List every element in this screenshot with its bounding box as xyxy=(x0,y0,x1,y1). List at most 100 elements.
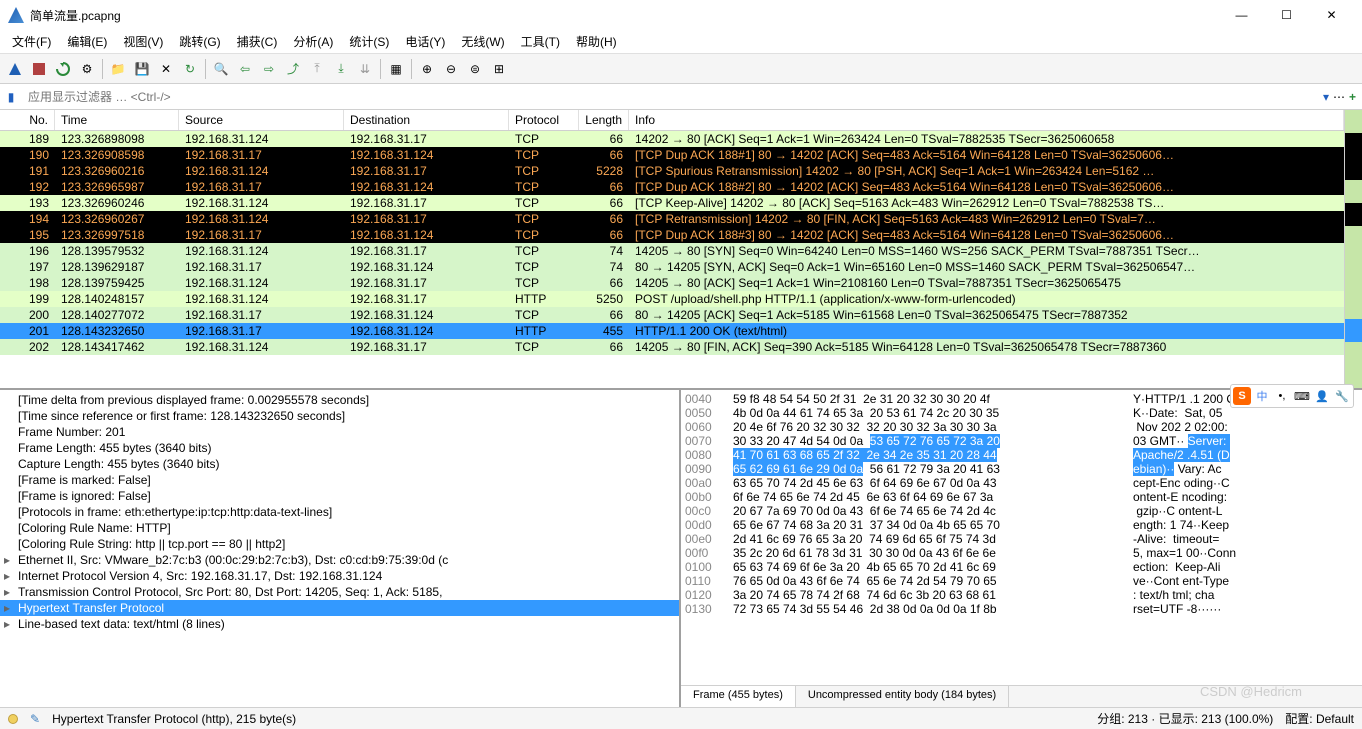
menu-item[interactable]: 文件(F) xyxy=(4,30,59,53)
packet-row[interactable]: 192123.326965987192.168.31.17192.168.31.… xyxy=(0,179,1344,195)
hex-row[interactable]: 010065 63 74 69 6f 6e 3a 20 4b 65 65 70 … xyxy=(685,560,1358,574)
detail-row[interactable]: Frame Length: 455 bytes (3640 bits) xyxy=(0,440,679,456)
hex-row[interactable]: 01203a 20 74 65 78 74 2f 68 74 6d 6c 3b … xyxy=(685,588,1358,602)
detail-row[interactable]: [Time since reference or first frame: 12… xyxy=(0,408,679,424)
close-file-icon[interactable]: ✕ xyxy=(155,58,177,80)
zoom-in-icon[interactable]: ⊕ xyxy=(416,58,438,80)
menu-item[interactable]: 帮助(H) xyxy=(568,30,625,53)
detail-row[interactable]: [Protocols in frame: eth:ethertype:ip:tc… xyxy=(0,504,679,520)
menu-item[interactable]: 工具(T) xyxy=(513,30,568,53)
menu-item[interactable]: 编辑(E) xyxy=(59,30,115,53)
column-header[interactable]: Info xyxy=(629,110,1344,130)
ime-tool-icon[interactable]: 🔧 xyxy=(1333,387,1351,405)
hex-row[interactable]: 00b06f 6e 74 65 6e 74 2d 45 6e 63 6f 64 … xyxy=(685,490,1358,504)
detail-row[interactable]: Ethernet II, Src: VMware_b2:7c:b3 (00:0c… xyxy=(0,552,679,568)
zoom-out-icon[interactable]: ⊖ xyxy=(440,58,462,80)
hex-tab[interactable]: Frame (455 bytes) xyxy=(681,686,796,707)
start-capture-icon[interactable] xyxy=(4,58,26,80)
packet-details[interactable]: [Time delta from previous displayed fram… xyxy=(0,390,681,707)
hex-view[interactable]: 004059 f8 48 54 54 50 2f 31 2e 31 20 32 … xyxy=(681,390,1362,685)
packet-row[interactable]: 200128.140277072192.168.31.17192.168.31.… xyxy=(0,307,1344,323)
last-icon[interactable]: ⤓ xyxy=(330,58,352,80)
packet-row[interactable]: 189123.326898098192.168.31.124192.168.31… xyxy=(0,131,1344,147)
stop-capture-icon[interactable] xyxy=(28,58,50,80)
hex-row[interactable]: 008041 70 61 63 68 65 2f 32 2e 34 2e 35 … xyxy=(685,448,1358,462)
reload-icon[interactable]: ↻ xyxy=(179,58,201,80)
autoscroll-icon[interactable]: ⇊ xyxy=(354,58,376,80)
column-header[interactable]: Time xyxy=(55,110,179,130)
resize-cols-icon[interactable]: ⊞ xyxy=(488,58,510,80)
detail-row[interactable]: Hypertext Transfer Protocol xyxy=(0,600,679,616)
column-header[interactable]: Length xyxy=(579,110,629,130)
packet-row[interactable]: 196128.139579532192.168.31.124192.168.31… xyxy=(0,243,1344,259)
menu-item[interactable]: 统计(S) xyxy=(341,30,397,53)
menu-item[interactable]: 捕获(C) xyxy=(229,30,286,53)
detail-row[interactable]: [Coloring Rule String: http || tcp.port … xyxy=(0,536,679,552)
next-icon[interactable]: ⇨ xyxy=(258,58,280,80)
hex-row[interactable]: 013072 73 65 74 3d 55 54 46 2d 38 0d 0a … xyxy=(685,602,1358,616)
ime-toolbar[interactable]: S 中 •, ⌨ 👤 🔧 xyxy=(1230,384,1354,408)
menu-item[interactable]: 分析(A) xyxy=(285,30,341,53)
close-button[interactable]: ✕ xyxy=(1309,1,1354,29)
ime-keyboard-icon[interactable]: ⌨ xyxy=(1293,387,1311,405)
packet-row[interactable]: 201128.143232650192.168.31.17192.168.31.… xyxy=(0,323,1344,339)
save-icon[interactable]: 💾 xyxy=(131,58,153,80)
first-icon[interactable]: ⤒ xyxy=(306,58,328,80)
column-header[interactable]: Source xyxy=(179,110,344,130)
restart-capture-icon[interactable] xyxy=(52,58,74,80)
colorize-icon[interactable]: ▦ xyxy=(385,58,407,80)
detail-row[interactable]: Internet Protocol Version 4, Src: 192.16… xyxy=(0,568,679,584)
detail-row[interactable]: Capture Length: 455 bytes (3640 bits) xyxy=(0,456,679,472)
filter-apply-icon[interactable]: ⋯ xyxy=(1333,90,1345,104)
filter-add-icon[interactable]: + xyxy=(1349,90,1356,104)
status-profile[interactable]: 配置: Default xyxy=(1285,710,1354,727)
menu-item[interactable]: 视图(V) xyxy=(115,30,171,53)
packet-row[interactable]: 202128.143417462192.168.31.124192.168.31… xyxy=(0,339,1344,355)
detail-row[interactable]: [Time delta from previous displayed fram… xyxy=(0,392,679,408)
packet-row[interactable]: 194123.326960267192.168.31.124192.168.31… xyxy=(0,211,1344,227)
menu-item[interactable]: 电话(Y) xyxy=(397,30,453,53)
prev-icon[interactable]: ⇦ xyxy=(234,58,256,80)
hex-row[interactable]: 00504b 0d 0a 44 61 74 65 3a 20 53 61 74 … xyxy=(685,406,1358,420)
bookmark-icon[interactable]: ▮ xyxy=(0,86,22,108)
detail-row[interactable]: [Frame is marked: False] xyxy=(0,472,679,488)
hex-row[interactable]: 00c020 67 7a 69 70 0d 0a 43 6f 6e 74 65 … xyxy=(685,504,1358,518)
ime-punct-icon[interactable]: •, xyxy=(1273,387,1291,405)
capture-icon[interactable]: ✎ xyxy=(30,712,40,726)
detail-row[interactable]: Transmission Control Protocol, Src Port:… xyxy=(0,584,679,600)
hex-row[interactable]: 00a063 65 70 74 2d 45 6e 63 6f 64 69 6e … xyxy=(685,476,1358,490)
minimap-scrollbar[interactable] xyxy=(1344,110,1362,388)
ime-lang-icon[interactable]: 中 xyxy=(1253,387,1271,405)
column-header[interactable]: Protocol xyxy=(509,110,579,130)
menu-item[interactable]: 无线(W) xyxy=(453,30,512,53)
hex-row[interactable]: 007030 33 20 47 4d 54 0d 0a 53 65 72 76 … xyxy=(685,434,1358,448)
packet-row[interactable]: 193123.326960246192.168.31.124192.168.31… xyxy=(0,195,1344,211)
detail-row[interactable]: [Frame is ignored: False] xyxy=(0,488,679,504)
menu-item[interactable]: 跳转(G) xyxy=(171,30,228,53)
packet-row[interactable]: 195123.326997518192.168.31.17192.168.31.… xyxy=(0,227,1344,243)
ime-sogou-icon[interactable]: S xyxy=(1233,387,1251,405)
hex-row[interactable]: 009065 62 69 61 6e 29 0d 0a 56 61 72 79 … xyxy=(685,462,1358,476)
packet-row[interactable]: 198128.139759425192.168.31.124192.168.31… xyxy=(0,275,1344,291)
hex-row[interactable]: 00d065 6e 67 74 68 3a 20 31 37 34 0d 0a … xyxy=(685,518,1358,532)
packet-row[interactable]: 197128.139629187192.168.31.17192.168.31.… xyxy=(0,259,1344,275)
column-header[interactable]: Destination xyxy=(344,110,509,130)
expert-info-icon[interactable] xyxy=(8,714,18,724)
minimize-button[interactable]: — xyxy=(1219,1,1264,29)
packet-row[interactable]: 191123.326960216192.168.31.124192.168.31… xyxy=(0,163,1344,179)
open-icon[interactable]: 📁 xyxy=(107,58,129,80)
hex-row[interactable]: 00f035 2c 20 6d 61 78 3d 31 30 30 0d 0a … xyxy=(685,546,1358,560)
jump-icon[interactable]: ⤴ xyxy=(282,58,304,80)
hex-row[interactable]: 00e02d 41 6c 69 76 65 3a 20 74 69 6d 65 … xyxy=(685,532,1358,546)
find-icon[interactable]: 🔍 xyxy=(210,58,232,80)
hex-row[interactable]: 006020 4e 6f 76 20 32 30 32 32 20 30 32 … xyxy=(685,420,1358,434)
detail-row[interactable]: [Coloring Rule Name: HTTP] xyxy=(0,520,679,536)
filter-dropdown-icon[interactable]: ▾ xyxy=(1323,90,1329,104)
detail-row[interactable]: Line-based text data: text/html (8 lines… xyxy=(0,616,679,632)
maximize-button[interactable]: ☐ xyxy=(1264,1,1309,29)
detail-row[interactable]: Frame Number: 201 xyxy=(0,424,679,440)
filter-input[interactable] xyxy=(22,87,1323,107)
packet-list[interactable]: No.TimeSourceDestinationProtocolLengthIn… xyxy=(0,110,1344,388)
column-header[interactable]: No. xyxy=(0,110,55,130)
hex-tab[interactable]: Uncompressed entity body (184 bytes) xyxy=(796,686,1009,707)
